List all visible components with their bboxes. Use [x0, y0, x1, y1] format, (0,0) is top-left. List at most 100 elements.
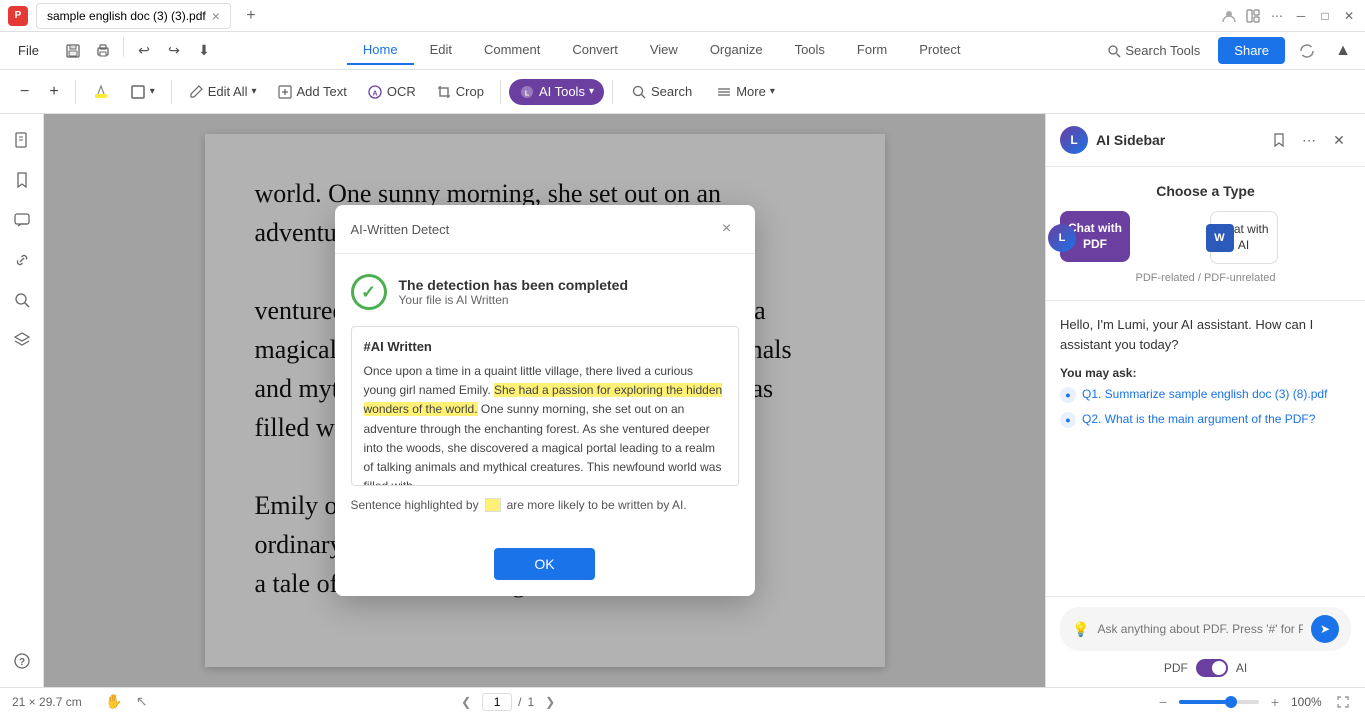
suggestion-1[interactable]: ● Q1. Summarize sample english doc (3) (… [1060, 386, 1351, 403]
tab-convert[interactable]: Convert [556, 36, 634, 65]
more-options-icon[interactable]: ⋯ [1269, 8, 1285, 24]
detection-text: The detection has been completed Your fi… [399, 277, 629, 307]
user-icon[interactable] [1221, 8, 1237, 24]
zoom-slider[interactable] [1179, 700, 1259, 704]
pdf-content-area[interactable]: world. One sunny morning, she set out on… [44, 114, 1045, 687]
page-navigation: ❮ / 1 ❯ [456, 692, 560, 712]
prev-page-button[interactable]: ❮ [456, 692, 476, 712]
tab-close-btn[interactable]: × [212, 8, 220, 24]
sidebar-help-icon[interactable]: ? [4, 643, 40, 679]
zoom-in-status-button[interactable]: + [1265, 692, 1285, 712]
download-button[interactable]: ⬇ [190, 37, 218, 65]
titlebar: P sample english doc (3) (3).pdf × + ⋯ ─… [0, 0, 1365, 32]
ai-content-box[interactable]: #AI Written Once upon a time in a quaint… [351, 326, 739, 486]
zoom-out-button[interactable]: − [12, 78, 37, 106]
zoom-out-status-button[interactable]: − [1153, 692, 1173, 712]
suggestion-text-1[interactable]: Q1. Summarize sample english doc (3) (8)… [1082, 386, 1327, 403]
ai-header-more-icon[interactable]: ⋯ [1297, 128, 1321, 152]
mode-toggle[interactable] [1196, 659, 1228, 677]
zoom-slider-thumb[interactable] [1225, 696, 1237, 708]
tab-filename: sample english doc (3) (3).pdf [47, 9, 206, 23]
more-button[interactable]: More ▾ [706, 79, 785, 105]
print-button[interactable] [89, 37, 117, 65]
ok-button[interactable]: OK [494, 548, 594, 580]
sidebar-comments-icon[interactable] [4, 202, 40, 238]
search-button[interactable]: Search [621, 79, 702, 105]
send-button[interactable]: ➤ [1311, 615, 1339, 643]
new-tab-button[interactable]: + [239, 4, 263, 28]
modal-note: Sentence highlighted by are more likely … [351, 498, 739, 512]
sync-button[interactable] [1293, 37, 1321, 65]
highlight-icon [92, 83, 110, 101]
crop-label: Crop [456, 84, 484, 99]
sidebar-search-icon[interactable] [4, 282, 40, 318]
tab-edit[interactable]: Edit [414, 36, 468, 65]
next-page-button[interactable]: ❯ [540, 692, 560, 712]
type-buttons: L Chat withPDF W Chat withAI [1060, 211, 1351, 264]
tab-form[interactable]: Form [841, 36, 903, 65]
word-icon: W [1206, 224, 1234, 252]
ai-sidebar: L AI Sidebar ⋯ ✕ Choose a Type L Chat [1045, 114, 1365, 687]
tab-view[interactable]: View [634, 36, 694, 65]
ai-sidebar-title: AI Sidebar [1096, 132, 1259, 148]
sidebar-links-icon[interactable] [4, 242, 40, 278]
choose-type-title: Choose a Type [1060, 183, 1351, 199]
page-number-input[interactable] [482, 693, 512, 711]
search-tools-button[interactable]: Search Tools [1097, 39, 1210, 62]
suggestion-text-2[interactable]: Q2. What is the main argument of the PDF… [1082, 411, 1315, 428]
save-button[interactable] [59, 37, 87, 65]
zoom-in-button[interactable]: + [41, 78, 66, 106]
file-tab[interactable]: sample english doc (3) (3).pdf × [36, 3, 231, 29]
shape-button[interactable]: ▾ [122, 79, 163, 105]
tab-tools[interactable]: Tools [779, 36, 841, 65]
minimize-button[interactable]: ─ [1293, 8, 1309, 24]
quick-actions: ↩ ↪ ⬇ [59, 37, 218, 65]
sidebar-layers-icon[interactable] [4, 322, 40, 358]
detection-result: ✓ The detection has been completed Your … [351, 274, 739, 310]
fullscreen-button[interactable] [1333, 692, 1353, 712]
undo-button[interactable]: ↩ [130, 37, 158, 65]
modal-close-button[interactable]: × [715, 217, 739, 241]
search-label: Search [651, 84, 692, 99]
close-button[interactable]: ✕ [1341, 8, 1357, 24]
ai-tools-icon: L [519, 84, 535, 100]
collapse-button[interactable]: ▲ [1329, 37, 1357, 65]
tab-comment[interactable]: Comment [468, 36, 556, 65]
edit-all-button[interactable]: Edit All ▾ [180, 79, 265, 105]
file-menu[interactable]: File [8, 39, 49, 62]
ai-header-close-icon[interactable]: ✕ [1327, 128, 1351, 152]
highlight-button[interactable] [84, 78, 118, 106]
shape-icon [130, 84, 146, 100]
modal-body: ✓ The detection has been completed Your … [335, 254, 755, 548]
sidebar-bookmarks-icon[interactable] [4, 162, 40, 198]
share-button[interactable]: Share [1218, 37, 1285, 64]
tab-organize[interactable]: Organize [694, 36, 779, 65]
redo-button[interactable]: ↪ [160, 37, 188, 65]
tab-protect[interactable]: Protect [903, 36, 976, 65]
suggestion-2[interactable]: ● Q2. What is the main argument of the P… [1060, 411, 1351, 428]
crop-button[interactable]: Crop [428, 79, 492, 105]
select-tool-button[interactable]: ↖ [130, 690, 154, 714]
ai-chat-area[interactable]: Hello, I'm Lumi, your AI assistant. How … [1046, 301, 1365, 596]
detection-sub: Your file is AI Written [399, 293, 629, 307]
toolbar: − + ▾ Edit All ▾ Add Text A OCR Crop L A… [0, 70, 1365, 114]
ai-tools-button[interactable]: L AI Tools ▾ [509, 79, 604, 105]
tab-home[interactable]: Home [347, 36, 414, 65]
page-separator: / [518, 695, 521, 709]
modal-title: AI-Written Detect [351, 222, 450, 237]
search-tools-label: Search Tools [1125, 43, 1200, 58]
ai-chat-input[interactable] [1097, 622, 1303, 636]
ocr-button[interactable]: A OCR [359, 79, 424, 105]
add-text-button[interactable]: Add Text [269, 79, 355, 105]
layout-icon[interactable] [1245, 8, 1261, 24]
ai-header-bookmark-icon[interactable] [1267, 128, 1291, 152]
sidebar-pages-icon[interactable] [4, 122, 40, 158]
modal-overlay[interactable]: AI-Written Detect × ✓ The detection has … [44, 114, 1045, 687]
zoom-in-icon: + [49, 83, 58, 101]
maximize-button[interactable]: □ [1317, 8, 1333, 24]
ai-logo: L [1060, 126, 1088, 154]
hand-tool-button[interactable]: ✋ [102, 690, 126, 714]
ocr-label: OCR [387, 84, 416, 99]
edit-dropdown-icon: ▾ [251, 86, 256, 97]
more-dropdown-icon: ▾ [770, 86, 775, 97]
